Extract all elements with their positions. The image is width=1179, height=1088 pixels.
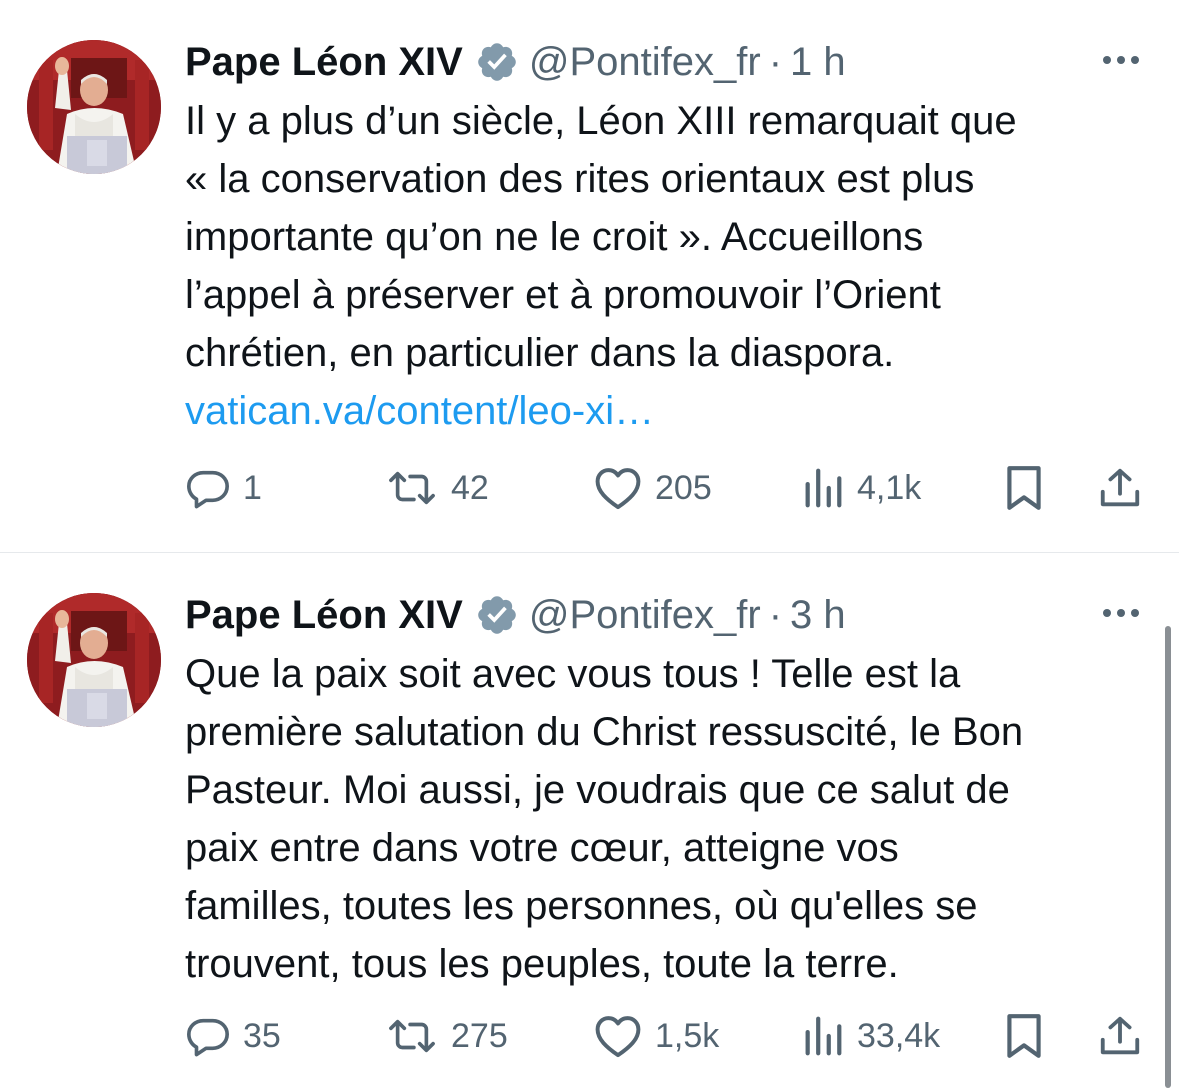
display-name[interactable]: Pape Léon XIV: [185, 593, 463, 638]
tweet-text-line: trouvent, tous les peuples, toute la ter…: [185, 942, 899, 986]
reply-count: 35: [243, 1016, 281, 1055]
separator-dot: ·: [768, 592, 783, 637]
avatar[interactable]: [27, 593, 161, 727]
tweet-actions: 35 275 1,5k 33,4k: [185, 1006, 1155, 1066]
tweet-text-line: « la conservation des rites orientaux es…: [185, 157, 975, 201]
tweet-text-line: Que la paix soit avec vous tous ! Telle …: [185, 652, 961, 696]
views-button[interactable]: 4,1k: [801, 458, 921, 518]
heart-icon: [593, 465, 643, 511]
repost-button[interactable]: 275: [385, 1006, 508, 1066]
bookmark-button[interactable]: [1003, 1006, 1045, 1066]
tweet-text-line: première salutation du Christ ressuscité…: [185, 710, 1024, 754]
tweet-text-line: Il y a plus d’un siècle, Léon XIII remar…: [185, 99, 1017, 143]
tweet-text: Il y a plus d’un siècle, Léon XIII remar…: [185, 92, 1155, 440]
repost-count: 275: [451, 1016, 508, 1055]
tweet-text: Que la paix soit avec vous tous ! Telle …: [185, 645, 1155, 993]
like-count: 1,5k: [655, 1016, 720, 1055]
more-icon[interactable]: [1099, 601, 1143, 625]
repost-button[interactable]: 42: [385, 458, 489, 518]
repost-icon: [385, 1013, 439, 1059]
tweet-text-line: chrétien, en particulier dans la diaspor…: [185, 331, 895, 375]
like-button[interactable]: 1,5k: [593, 1006, 719, 1066]
bookmark-button[interactable]: [1003, 458, 1045, 518]
tweet[interactable]: Pape Léon XIV @Pontifex_fr · 1 h Il y a …: [0, 0, 1179, 552]
share-icon: [1097, 464, 1143, 512]
tweet-text-line: Pasteur. Moi aussi, je voudrais que ce s…: [185, 768, 1010, 812]
heart-icon: [593, 1013, 643, 1059]
handle[interactable]: @Pontifex_fr: [529, 40, 761, 85]
tweet-text-line: l’appel à préserver et à promouvoir l’Or…: [185, 273, 941, 317]
scrollbar[interactable]: [1165, 626, 1171, 1088]
reply-button[interactable]: 35: [185, 1006, 281, 1066]
views-count: 4,1k: [857, 468, 922, 507]
share-button[interactable]: [1097, 458, 1143, 518]
verified-badge-icon: [475, 40, 519, 84]
like-count: 205: [655, 468, 712, 507]
tweet-text-line: importante qu’on ne le croit ». Accueill…: [185, 215, 924, 259]
share-icon: [1097, 1012, 1143, 1060]
tweet-text-line: paix entre dans votre cœur, atteigne vos: [185, 826, 899, 870]
reply-button[interactable]: 1: [185, 458, 262, 518]
timestamp[interactable]: 3 h: [790, 593, 846, 638]
repost-icon: [385, 465, 439, 511]
tweet-link[interactable]: vatican.va/content/leo-xi…: [185, 382, 1155, 440]
reply-icon: [185, 465, 231, 511]
tweet-text-line: familles, toutes les personnes, où qu'el…: [185, 884, 978, 928]
avatar[interactable]: [27, 40, 161, 174]
tweet-feed: Pape Léon XIV @Pontifex_fr · 1 h Il y a …: [0, 0, 1179, 1088]
share-button[interactable]: [1097, 1006, 1143, 1066]
tweet[interactable]: Pape Léon XIV @Pontifex_fr · 3 h Que la …: [0, 553, 1179, 1088]
tweet-header: Pape Léon XIV @Pontifex_fr · 1 h: [185, 36, 846, 88]
verified-badge-icon: [475, 593, 519, 637]
bookmark-icon: [1003, 1011, 1045, 1061]
separator-dot: ·: [768, 39, 783, 84]
like-button[interactable]: 205: [593, 458, 712, 518]
views-icon: [801, 465, 845, 511]
reply-count: 1: [243, 468, 262, 507]
views-count: 33,4k: [857, 1016, 941, 1055]
views-icon: [801, 1013, 845, 1059]
tweet-actions: 1 42 205 4,1k: [185, 458, 1155, 518]
more-icon[interactable]: [1099, 48, 1143, 72]
display-name[interactable]: Pape Léon XIV: [185, 40, 463, 85]
handle[interactable]: @Pontifex_fr: [529, 593, 761, 638]
views-button[interactable]: 33,4k: [801, 1006, 940, 1066]
repost-count: 42: [451, 468, 489, 507]
bookmark-icon: [1003, 463, 1045, 513]
timestamp[interactable]: 1 h: [790, 40, 846, 85]
reply-icon: [185, 1013, 231, 1059]
tweet-header: Pape Léon XIV @Pontifex_fr · 3 h: [185, 589, 846, 641]
